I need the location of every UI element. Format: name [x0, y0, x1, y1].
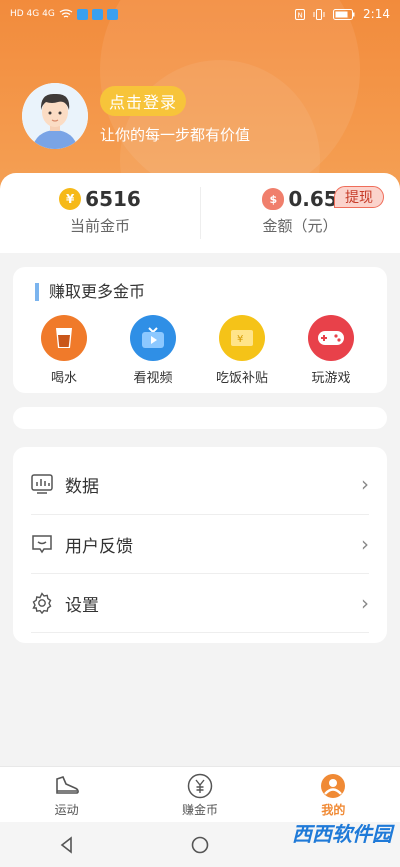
- status-time: 2:14: [363, 7, 390, 21]
- bottom-tab-bar: 运动 赚金币 我的: [0, 766, 400, 822]
- tab-sport[interactable]: 运动: [0, 767, 133, 822]
- menu-item-label: 用户反馈: [65, 536, 133, 557]
- tab-label: 赚金币: [181, 803, 218, 817]
- menu-item-label: 设置: [65, 595, 99, 616]
- feedback-icon: [32, 535, 52, 554]
- video-icon: [130, 315, 176, 361]
- profile-icon: [321, 774, 346, 798]
- earn-item-label: 看视频: [133, 371, 173, 386]
- avatar-icon: [22, 83, 88, 149]
- earn-item-label: 喝水: [50, 371, 77, 386]
- chevron-right-icon: ›: [361, 472, 369, 496]
- menu-card: 数据 › 用户反馈 › 设置 ›: [13, 447, 387, 643]
- wifi-icon: [59, 9, 73, 18]
- notification-app-icon: [106, 8, 118, 20]
- tab-earn-coins[interactable]: 赚金币: [133, 767, 266, 822]
- earn-item-watch-video[interactable]: 看视频: [113, 315, 193, 386]
- home-icon[interactable]: [191, 836, 209, 854]
- profile-tagline: 让你的每一步都有价值: [100, 126, 251, 144]
- earn-coins-card: 赚取更多金币 喝水 看视频 ¥ 吃饭补贴 玩游戏: [13, 267, 387, 393]
- gamepad-icon: [308, 315, 354, 361]
- amount-label: 金额（元）: [262, 217, 338, 235]
- gold-coin-icon: ¥: [59, 188, 82, 210]
- notification-app-icon: [76, 8, 88, 20]
- settings-icon: [32, 592, 52, 614]
- meal-ticket-icon: ¥: [219, 315, 265, 361]
- sneaker-icon: [55, 776, 79, 794]
- vibrate-icon: [313, 8, 325, 20]
- chevron-right-icon: ›: [361, 591, 369, 615]
- watermark-logo: 西西软件园: [292, 822, 392, 846]
- battery-icon: [333, 8, 355, 20]
- svg-text:N: N: [298, 11, 303, 19]
- amount-value: 0.65: [288, 187, 338, 211]
- earn-item-drink-water[interactable]: 喝水: [24, 315, 104, 386]
- empty-banner: [13, 407, 387, 429]
- coins-stat[interactable]: ¥ 6516 当前金币: [0, 187, 200, 236]
- menu-item-feedback[interactable]: 用户反馈 ›: [31, 515, 369, 573]
- divider: [31, 632, 369, 633]
- back-icon[interactable]: [58, 835, 76, 854]
- svg-text:¥: ¥: [237, 334, 243, 345]
- chart-icon: [31, 474, 53, 494]
- menu-item-label: 数据: [65, 476, 99, 497]
- drink-water-icon: [41, 315, 87, 361]
- earn-section-title: 赚取更多金币: [35, 283, 145, 301]
- stats-card: ¥ 6516 当前金币 $ 0.65 金额（元）: [0, 173, 400, 253]
- yen-coin-icon: [187, 773, 213, 799]
- status-bar: HD 4G 4G N 2:14: [0, 0, 400, 28]
- tab-mine[interactable]: 我的: [267, 767, 400, 822]
- tab-label: 运动: [54, 803, 79, 817]
- money-bag-icon: $: [262, 188, 285, 210]
- chevron-right-icon: ›: [361, 532, 369, 556]
- earn-item-play-games[interactable]: 玩游戏: [291, 315, 371, 386]
- coins-label: 当前金币: [69, 217, 130, 235]
- notification-app-icon: [91, 8, 103, 20]
- menu-item-data[interactable]: 数据 ›: [31, 455, 369, 513]
- earn-item-meal-subsidy[interactable]: ¥ 吃饭补贴: [202, 315, 282, 386]
- coins-value: 6516: [85, 187, 141, 211]
- menu-item-settings[interactable]: 设置 ›: [31, 574, 369, 632]
- status-left-text: HD 4G 4G: [10, 9, 55, 19]
- tab-label: 我的: [321, 803, 346, 817]
- earn-item-label: 玩游戏: [311, 371, 351, 386]
- withdraw-button[interactable]: 提现: [334, 186, 384, 208]
- avatar[interactable]: [22, 83, 88, 149]
- nfc-icon: N: [295, 8, 306, 20]
- earn-item-label: 吃饭补贴: [215, 371, 268, 386]
- login-button[interactable]: 点击登录: [100, 86, 186, 116]
